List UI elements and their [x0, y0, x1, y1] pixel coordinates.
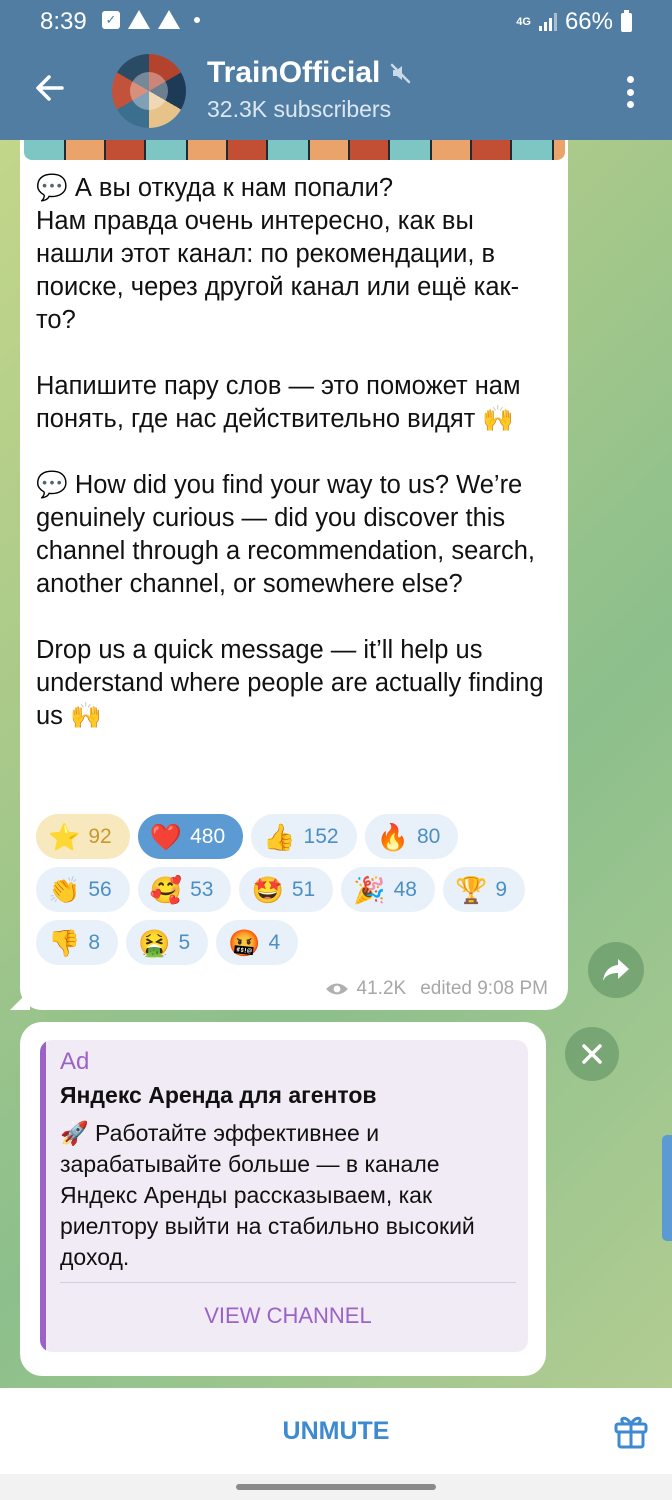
warning-icon	[128, 10, 150, 29]
eye-icon	[325, 983, 348, 995]
reaction-chip[interactable]: ❤️ 480	[137, 814, 244, 859]
reaction-count: 48	[393, 877, 417, 901]
post-text: 💬 А вы откуда к нам попали? Нам правда о…	[36, 174, 544, 730]
reaction-emoji: 🤩	[251, 874, 284, 905]
reactions-row: ⭐ 92 ❤️ 480 👍 152 🔥 80	[36, 814, 556, 859]
reaction-count: 80	[416, 824, 441, 848]
reaction-emoji: 🔥	[376, 821, 409, 852]
signal-icon	[538, 13, 557, 31]
network-type: 4G	[516, 15, 531, 28]
more-notifications-icon	[194, 16, 200, 23]
home-gesture-pill[interactable]	[236, 1484, 436, 1490]
reaction-count: 152	[303, 824, 339, 848]
reaction-emoji: 🎉	[353, 874, 386, 905]
reaction-emoji: ⭐	[48, 821, 81, 852]
reaction-chip[interactable]: 🏆 9	[442, 867, 525, 912]
reaction-count: 56	[88, 877, 112, 901]
more-vertical-icon[interactable]	[618, 72, 642, 112]
ad-text: 🚀 Работайте эффективнее и зарабатывайте …	[60, 1120, 482, 1270]
status-right: 4G 66%	[516, 8, 632, 36]
reaction-chip[interactable]: 🔥 80	[364, 814, 459, 859]
reaction-emoji: 👏	[48, 874, 81, 905]
post-image[interactable]	[24, 140, 565, 160]
reaction-emoji: ❤️	[149, 821, 183, 852]
ad-accent-bar	[40, 1040, 46, 1352]
reaction-count: 5	[178, 930, 191, 954]
subscriber-count: 32.3K subscribers	[207, 96, 392, 122]
reaction-chip[interactable]: 👍 152	[251, 814, 357, 859]
status-icons: ✓	[102, 10, 200, 29]
reaction-chip[interactable]: 🤮 5	[126, 920, 209, 965]
divider	[60, 1282, 516, 1283]
reaction-count: 92	[88, 824, 112, 848]
post-meta: 41.2K edited 9:08 PM	[325, 978, 548, 1000]
battery-percent: 66%	[564, 8, 613, 35]
muted-speaker-icon	[391, 63, 411, 84]
warning-icon	[158, 10, 180, 29]
reaction-emoji: 👍	[263, 821, 296, 852]
reaction-emoji: 🥰	[149, 874, 183, 905]
battery-icon	[621, 9, 632, 32]
ad-label: Ad	[60, 1048, 90, 1075]
reaction-chip[interactable]: ⭐ 92	[36, 814, 130, 859]
edited-time: edited 9:08 PM	[420, 978, 548, 999]
reaction-count: 9	[495, 877, 507, 901]
bottom-bar: UNMUTE	[0, 1388, 672, 1474]
unmute-button[interactable]: UNMUTE	[0, 1388, 672, 1474]
reactions-row: 👏 56 🥰 53 🤩 51 🎉 48 🏆 9	[36, 867, 556, 912]
reaction-chip[interactable]: 🤬 4	[216, 920, 299, 965]
view-channel-button[interactable]: VIEW CHANNEL	[60, 1294, 516, 1338]
reaction-chip[interactable]: 👏 56	[36, 867, 130, 912]
reactions-panel: ⭐ 92 ❤️ 480 👍 152 🔥 80 👏 56 🥰 53 🤩 51 🎉 48 🏆 9 👎 8 🤮 5 🤬 4	[36, 814, 556, 973]
channel-title-row[interactable]: TrainOfficial	[207, 56, 412, 90]
reaction-count: 51	[291, 877, 316, 901]
arrow-left-icon[interactable]	[30, 68, 70, 108]
close-icon	[582, 1044, 602, 1064]
gift-icon[interactable]	[612, 1412, 650, 1450]
channel-name: TrainOfficial	[207, 56, 381, 89]
reaction-count: 8	[88, 930, 101, 954]
ad-title: Яндекс Аренда для агентов	[60, 1082, 377, 1108]
close-ad-button[interactable]	[565, 1027, 619, 1081]
view-count: 41.2K	[356, 978, 407, 999]
reaction-emoji: 🏆	[454, 874, 488, 905]
reaction-emoji: 🤬	[228, 927, 261, 958]
reaction-count: 53	[190, 877, 214, 901]
scroll-handle[interactable]	[662, 1135, 672, 1241]
reaction-chip[interactable]: 👎 8	[36, 920, 119, 965]
status-bar: 8:39 ✓ 4G 66%	[0, 0, 672, 44]
sponsored-message[interactable]: Ad Яндекс Аренда для агентов 🚀 Работайте…	[20, 1022, 546, 1376]
reaction-emoji: 🤮	[138, 927, 171, 958]
notification-icon: ✓	[102, 10, 120, 29]
reaction-chip[interactable]: 🥰 53	[137, 867, 232, 912]
status-time: 8:39	[40, 8, 87, 35]
forward-arrow-icon	[603, 959, 629, 981]
share-button[interactable]	[588, 942, 644, 998]
reaction-count: 4	[268, 930, 281, 954]
reaction-count: 480	[190, 824, 226, 848]
reaction-chip[interactable]: 🤩 51	[239, 867, 334, 912]
reactions-row: 👎 8 🤮 5 🤬 4	[36, 920, 556, 965]
reaction-emoji: 👎	[48, 927, 81, 958]
channel-avatar[interactable]	[112, 54, 186, 128]
reaction-chip[interactable]: 🎉 48	[341, 867, 435, 912]
ad-content[interactable]: Ad Яндекс Аренда для агентов 🚀 Работайте…	[40, 1040, 528, 1352]
chat-header: TrainOfficial 32.3K subscribers	[0, 44, 672, 140]
channel-post[interactable]: 💬 А вы откуда к нам попали? Нам правда о…	[20, 140, 568, 1010]
